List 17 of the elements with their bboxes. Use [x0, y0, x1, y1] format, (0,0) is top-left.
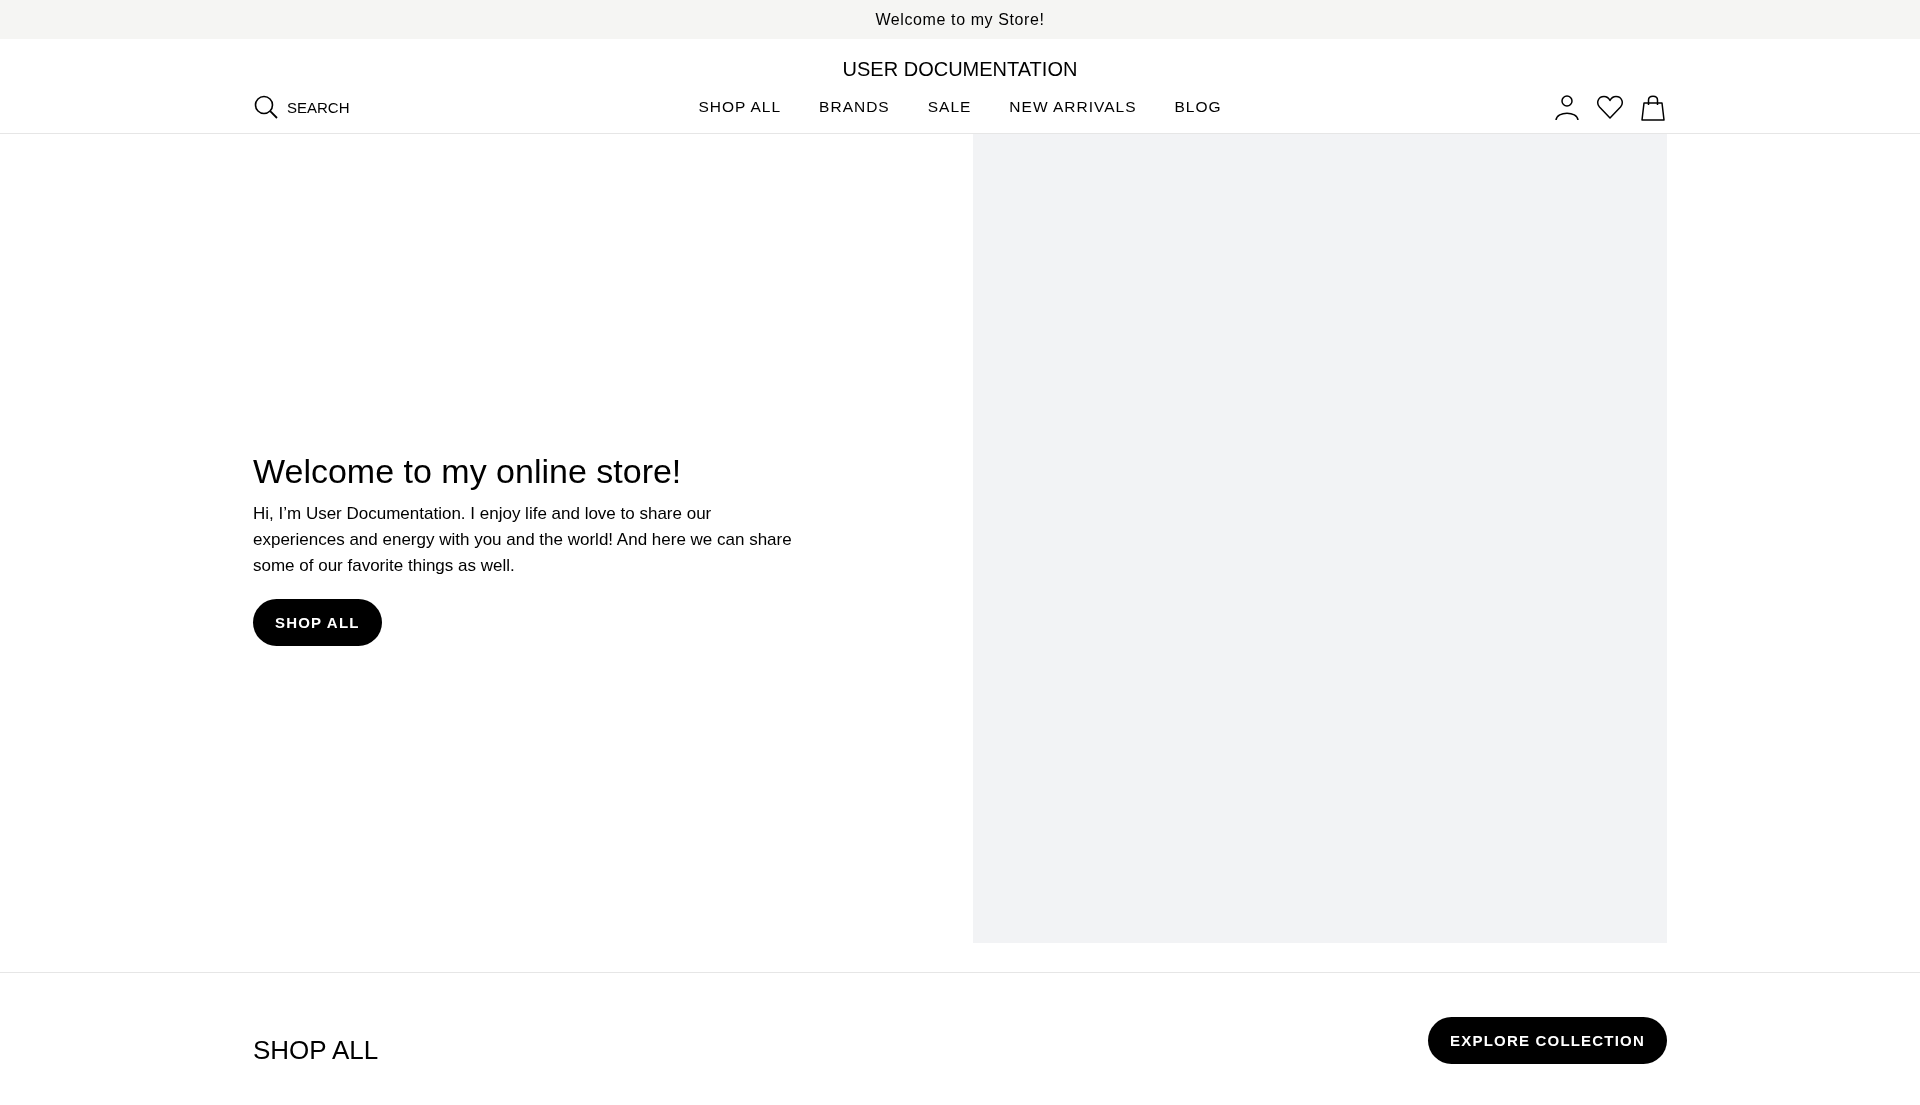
hero-paragraph: Hi, I’m User Documentation. I enjoy life and love to share our experiences and energy with you and the world! And here we can share some of our favorite things as well.: [253, 502, 793, 577]
search-link[interactable]: SEARCH: [253, 94, 350, 120]
announcement-text: Welcome to my Store!: [875, 10, 1045, 29]
shop-all-button[interactable]: SHOP ALL: [253, 598, 382, 646]
account-icon[interactable]: [1553, 93, 1581, 121]
section-heading: SHOP ALL: [253, 1035, 379, 1066]
nav-link[interactable]: BRANDS: [819, 98, 890, 116]
shopping-bag-icon[interactable]: [1639, 93, 1667, 121]
nav-link[interactable]: SALE: [927, 98, 972, 116]
store-logo[interactable]: USER DOCUMENTATION: [842, 58, 1078, 81]
search-icon: [253, 94, 279, 120]
nav-link[interactable]: BLOG: [1174, 98, 1222, 116]
heart-icon[interactable]: [1596, 93, 1624, 121]
explore-collection-button[interactable]: EXPLORE COLLECTION: [1428, 1017, 1667, 1064]
hero-heading: Welcome to my online store!: [253, 451, 682, 491]
nav-link[interactable]: NEW ARRIVALS: [1009, 98, 1137, 116]
nav-link[interactable]: SHOP ALL: [698, 98, 782, 116]
